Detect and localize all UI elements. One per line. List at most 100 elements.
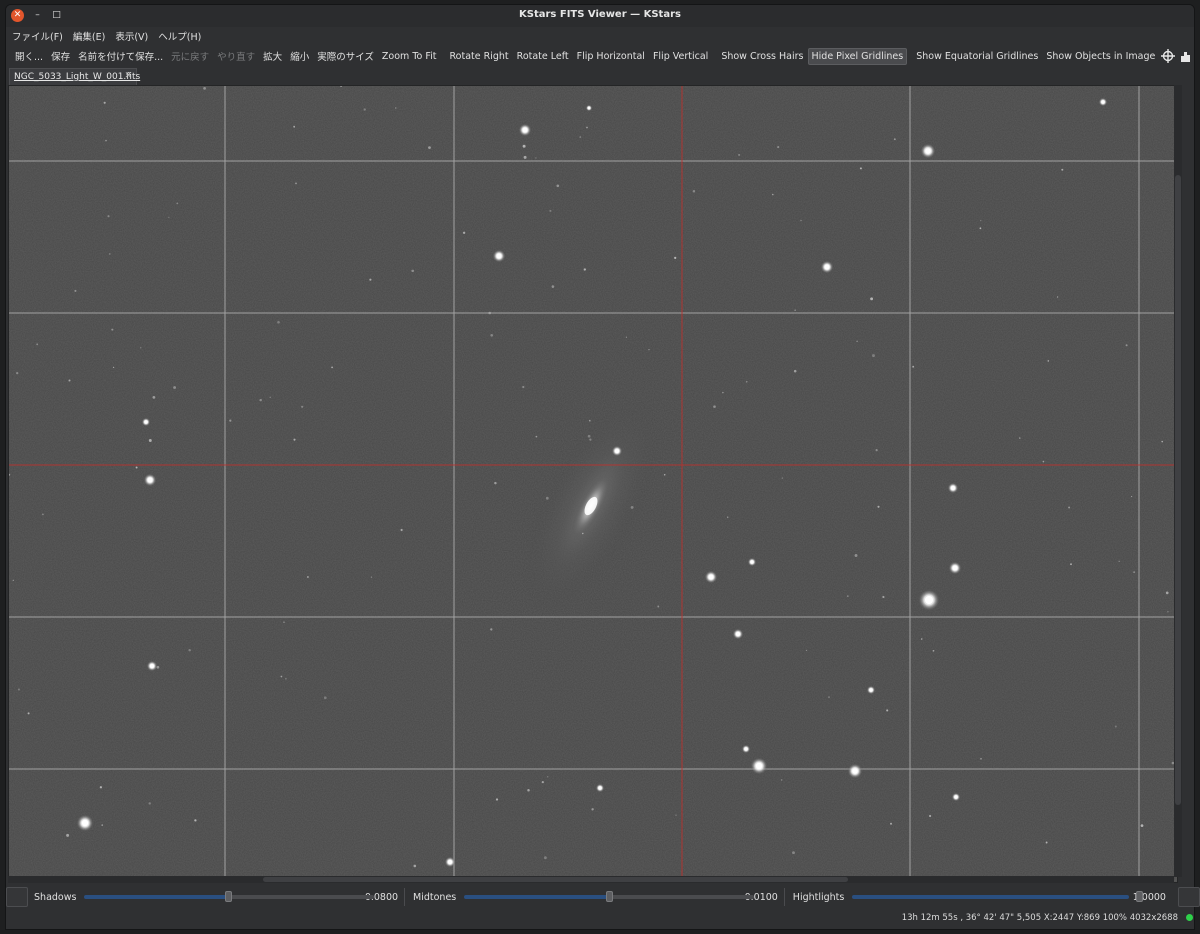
faint-star [411,269,414,273]
faint-star [674,256,677,260]
shadows-slider-handle[interactable] [225,891,233,902]
open-button[interactable]: 開く... [11,46,47,66]
horizontal-scrollbar[interactable] [8,876,1174,883]
close-tab-icon[interactable]: ✕ [124,71,132,81]
faint-star [657,605,660,608]
faint-star [872,354,875,358]
faint-star [556,184,560,188]
bright-star [496,253,502,259]
tab-bar: NGC_5033_Light_W_001.fits ✕ [6,68,1194,86]
faint-star [713,405,716,408]
flip-vertical-button[interactable]: Flip Vertical [649,48,712,65]
menu-file[interactable]: ファイル(F) [12,29,63,43]
faint-star [535,157,537,159]
horizontal-scroll-thumb[interactable] [263,877,848,882]
faint-star [176,202,179,205]
target-icon[interactable] [1161,47,1176,65]
shadows-slider[interactable] [84,891,375,902]
bright-star [150,664,154,668]
faint-star [877,505,880,508]
cross-hairs-button[interactable]: Show Cross Hairs [717,48,807,65]
faint-star [107,215,110,218]
rotate-left-button[interactable]: Rotate Left [513,48,573,65]
faint-star [805,649,808,652]
equatorial-gridlines-button[interactable]: Show Equatorial Gridlines [912,48,1042,65]
faint-star [135,466,138,469]
faint-star [293,125,296,128]
faint-star [490,333,494,337]
faint-star [920,638,923,640]
zoom-out-button[interactable]: 縮小 [286,46,313,66]
star-field-image[interactable] [9,86,1178,883]
faint-star [495,798,499,801]
window-title: KStars FITS Viewer — KStars [519,9,681,20]
pixel-gridlines-button[interactable]: Hide Pixel Gridlines [807,47,908,65]
faint-star [727,516,729,518]
faint-star [547,776,549,778]
status-bar: 13h 12m 55s , 36° 42' 47" 5,505 X:2447 Y… [0,911,1200,926]
faint-star [400,528,403,532]
menu-bar: ファイル(F) 編集(E) 表示(V) ヘルプ(H) [6,27,1194,45]
faint-star [395,107,397,109]
menu-help[interactable]: ヘルプ(H) [158,29,201,43]
highlights-slider[interactable] [852,891,1144,902]
faint-star [800,219,802,222]
faint-star [259,398,262,402]
rotate-right-button[interactable]: Rotate Right [446,48,513,65]
faint-star [980,219,982,222]
vertical-scroll-thumb[interactable] [1175,175,1181,805]
faint-star [152,396,156,399]
faint-star [295,182,297,185]
faint-star [675,814,677,816]
flip-horizontal-button[interactable]: Flip Horizontal [573,48,649,65]
actual-size-button[interactable]: 実際のサイズ [313,46,378,66]
faint-star [738,153,741,156]
highlights-slider-handle[interactable] [1136,891,1144,902]
bright-star [708,574,714,580]
histogram-icon[interactable] [1179,47,1193,65]
undo-button[interactable]: 元に戻す [167,46,213,66]
shadows-color-swatch[interactable] [6,887,29,907]
status-led-icon [1186,914,1193,921]
bright-star [925,148,931,154]
faint-star [1070,563,1072,566]
midtones-slider[interactable] [464,891,755,902]
midtones-slider-handle[interactable] [606,891,614,902]
bright-star [736,632,740,636]
faint-star [17,688,20,691]
tab-fits-file[interactable]: NGC_5033_Light_W_001.fits ✕ [9,68,140,86]
save-button[interactable]: 保存 [47,46,74,66]
bright-star [744,747,748,751]
faint-star [523,155,527,159]
vertical-scrollbar[interactable] [1174,85,1182,877]
save-as-button[interactable]: 名前を付けて保存... [74,46,167,66]
faint-star [792,851,795,855]
zoom-to-fit-button[interactable]: Zoom To Fit [378,48,441,65]
faint-star [912,365,915,368]
faint-star [293,438,296,441]
bright-star [448,860,452,864]
faint-star [188,648,191,652]
objects-in-image-button[interactable]: Show Objects in Image [1042,48,1159,65]
highlights-color-swatch[interactable] [1177,887,1200,907]
redo-button[interactable]: やり直す [213,46,259,66]
faint-star [36,343,39,346]
faint-star [980,758,982,760]
midtones-label: Midtones [413,891,457,903]
bright-star [81,819,89,827]
menu-view[interactable]: 表示(V) [115,29,148,43]
zoom-in-button[interactable]: 拡大 [259,46,286,66]
faint-star [1068,506,1071,509]
faint-star [68,379,71,382]
faint-star [12,579,14,582]
faint-star [363,108,366,111]
fits-image-view[interactable] [8,85,1178,883]
faint-star [772,193,774,196]
faint-star [893,138,896,141]
bright-star [147,477,153,483]
faint-star [42,513,44,516]
menu-edit[interactable]: 編集(E) [73,29,105,43]
faint-star [722,391,724,394]
faint-star [306,576,309,578]
faint-star [846,595,849,597]
